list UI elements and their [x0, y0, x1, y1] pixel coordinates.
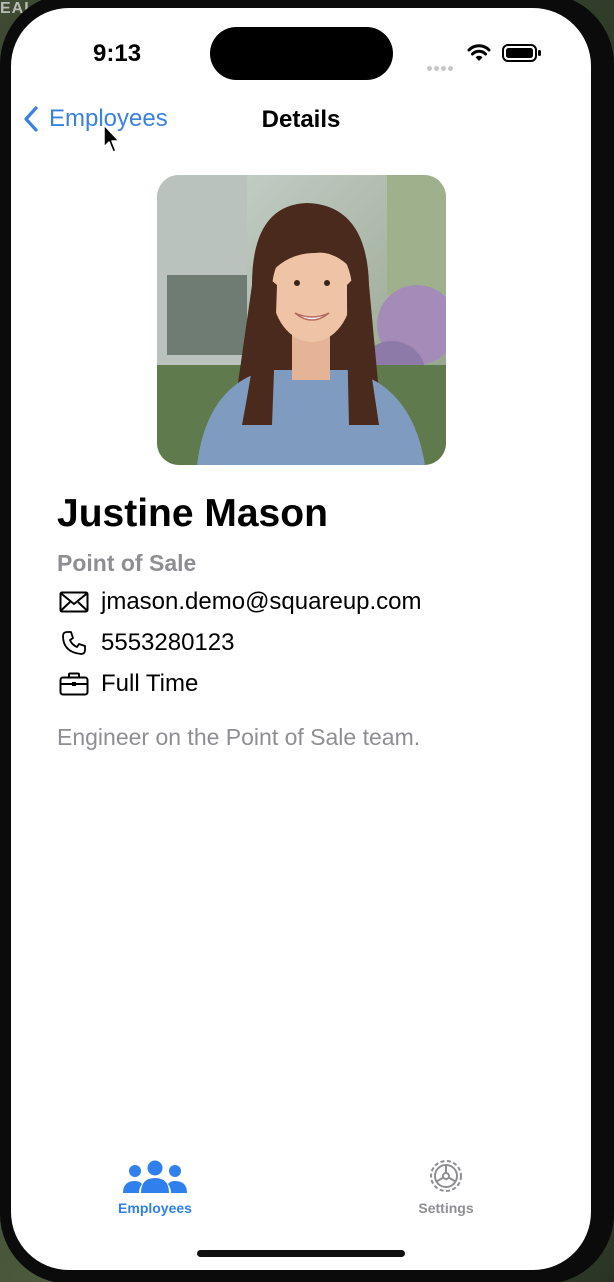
- employee-phone: 5553280123: [101, 629, 235, 656]
- home-indicator[interactable]: [197, 1250, 405, 1257]
- status-time: 9:13: [93, 40, 142, 67]
- mouse-cursor-icon: [103, 124, 120, 153]
- people-icon: [75, 1158, 235, 1194]
- employee-name: Justine Mason: [57, 492, 328, 535]
- employee-photo: [157, 175, 446, 465]
- cellular-signal-icon: [427, 58, 457, 71]
- envelope-icon: [57, 588, 91, 616]
- wifi-icon: [467, 44, 491, 61]
- tab-settings[interactable]: Settings: [366, 1158, 526, 1216]
- tab-settings-label: Settings: [418, 1200, 474, 1216]
- tab-employees-label: Employees: [118, 1200, 192, 1216]
- employment-type: Full Time: [101, 670, 199, 697]
- app-screen: 9:13 Employees Details Justine Mason Poi…: [11, 8, 591, 1270]
- dynamic-island: [210, 27, 393, 80]
- briefcase-icon: [57, 670, 91, 698]
- phone-icon: [57, 629, 91, 657]
- employment-type-row: Full Time: [57, 670, 198, 698]
- battery-icon: [502, 44, 541, 62]
- gear-icon: [366, 1158, 526, 1194]
- employee-team: Point of Sale: [57, 550, 197, 576]
- email-row[interactable]: jmason.demo@squareup.com: [57, 588, 422, 616]
- page-title: Details: [261, 106, 341, 133]
- employee-bio: Engineer on the Point of Sale team.: [57, 724, 421, 750]
- phone-row[interactable]: 5553280123: [57, 629, 234, 657]
- tab-employees[interactable]: Employees: [75, 1158, 235, 1216]
- employee-email: jmason.demo@squareup.com: [101, 588, 422, 615]
